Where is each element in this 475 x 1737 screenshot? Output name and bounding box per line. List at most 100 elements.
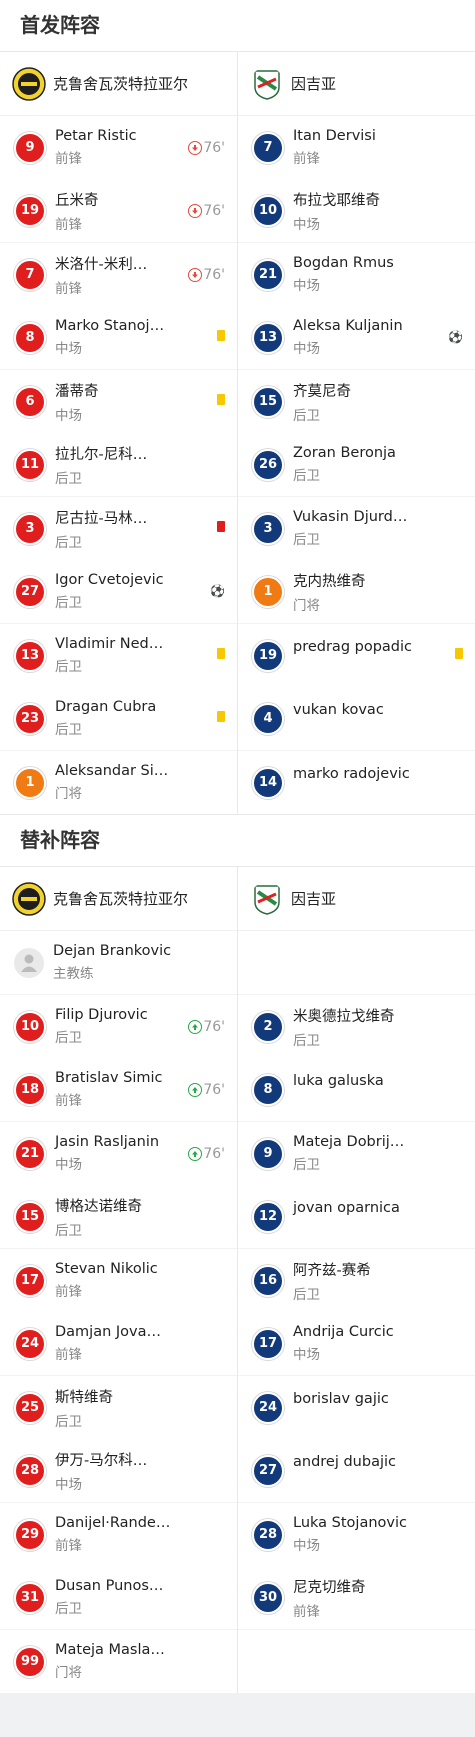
jersey-number: 24	[14, 1327, 46, 1360]
jersey-number: 1	[14, 766, 46, 799]
jersey-number: 28	[14, 1454, 46, 1487]
player-info: Itan Dervisi 前锋	[293, 128, 376, 167]
jersey-number: 17	[14, 1264, 46, 1297]
player-row[interactable]: 1 克内热维奇 门将	[238, 560, 475, 624]
player-row[interactable]: 24 Damjan Jova… 前锋	[0, 1312, 237, 1376]
home-subs-team-header[interactable]: 克鲁舍瓦茨特拉亚尔	[0, 867, 237, 931]
yellow-card-icon	[455, 648, 463, 659]
lineup-page: 首发阵容 克鲁舍瓦茨特拉亚尔 9 Petar Ristic 前锋 76' 19 丘米奇 前锋…	[0, 0, 475, 1693]
player-row[interactable]: 4 vukan kovac	[238, 687, 475, 751]
player-row[interactable]: 23 Dragan Cubra 后卫	[0, 687, 237, 751]
player-info: 齐莫尼奇 后卫	[293, 380, 351, 424]
player-info: Danijel·Rande… 前锋	[55, 1515, 170, 1554]
player-row[interactable]: 2 米奥德拉戈维奇 后卫	[238, 995, 475, 1058]
player-row[interactable]: 18 Bratislav Simic 前锋 76'	[0, 1058, 237, 1122]
player-info: predrag popadic	[293, 639, 412, 655]
player-row[interactable]: 16 阿齐兹-赛希 后卫	[238, 1249, 475, 1312]
player-row[interactable]: 99 Mateja Masla… 门将	[0, 1630, 237, 1693]
player-row[interactable]: 31 Dusan Punos… 后卫	[0, 1566, 237, 1630]
player-row[interactable]: 6 潘蒂奇 中场	[0, 370, 237, 433]
player-row[interactable]: 3 尼古拉-马林… 后卫	[0, 497, 237, 560]
home-team-logo-icon	[12, 881, 46, 916]
jersey-number: 1	[252, 575, 284, 608]
player-name: Petar Ristic	[55, 128, 137, 144]
substitution-in-icon	[188, 1083, 203, 1097]
player-row[interactable]: 13 Vladimir Ned… 后卫	[0, 624, 237, 687]
player-row[interactable]: 27 andrej dubajic	[238, 1439, 475, 1503]
jersey-number: 21	[252, 258, 284, 291]
jersey-number: 8	[252, 1073, 284, 1106]
player-row[interactable]: 27 Igor Cvetojevic 后卫 ⚽	[0, 560, 237, 624]
player-name: marko radojevic	[293, 765, 410, 782]
player-row[interactable]: 3 Vukasin Djurd… 后卫	[238, 497, 475, 560]
jersey-number: 27	[14, 575, 46, 608]
jersey-number: 23	[14, 702, 46, 735]
player-row[interactable]: 21 Bogdan Rmus 中场	[238, 243, 475, 306]
player-info: marko radojevic	[293, 766, 410, 782]
player-row[interactable]: 19 predrag popadic	[238, 624, 475, 687]
player-row[interactable]: 10 Filip Djurovic 后卫 76'	[0, 995, 237, 1058]
goal-icon: ⚽	[448, 330, 463, 344]
player-row[interactable]: 9 Mateja Dobrij… 后卫	[238, 1122, 475, 1185]
goal-icon: ⚽	[210, 584, 225, 598]
player-info: Bratislav Simic 前锋	[55, 1070, 163, 1109]
player-row[interactable]: 19 丘米奇 前锋 76'	[0, 179, 237, 243]
player-row[interactable]: 10 布拉戈耶维奇 中场	[238, 179, 475, 243]
player-row[interactable]: 8 luka galuska	[238, 1058, 475, 1122]
jersey-number: 13	[252, 321, 284, 354]
player-row[interactable]: 15 齐莫尼奇 后卫	[238, 370, 475, 433]
jersey-number: 30	[252, 1581, 284, 1614]
subs-grid: 克鲁舍瓦茨特拉亚尔 Dejan Brankovic 主教练 10 Filip Dj…	[0, 867, 475, 1693]
player-position: 中场	[55, 341, 82, 357]
player-name: Damjan Jova…	[55, 1324, 162, 1340]
player-row[interactable]: 9 Petar Ristic 前锋 76'	[0, 116, 237, 179]
player-row[interactable]: 30 尼克切维奇 前锋	[238, 1566, 475, 1630]
player-row[interactable]: 1 Aleksandar Si… 门将	[0, 751, 237, 814]
player-row[interactable]: 25 斯特维奇 后卫	[0, 1376, 237, 1439]
away-team-logo-icon	[254, 884, 280, 915]
player-name: 伊万-马尔科…	[55, 1452, 148, 1469]
player-position: 后卫	[293, 407, 320, 424]
player-row[interactable]: 7 Itan Dervisi 前锋	[238, 116, 475, 179]
jersey-number: 31	[14, 1581, 46, 1614]
player-info: 阿齐兹-赛希 后卫	[293, 1259, 371, 1303]
player-row[interactable]: 7 米洛什-米利… 前锋 76'	[0, 243, 237, 306]
player-name: predrag popadic	[293, 638, 413, 655]
player-info: Andrija Curcic 中场	[293, 1324, 394, 1363]
away-subs-team-header[interactable]: 因吉亚	[238, 867, 475, 931]
player-position: 中场	[55, 1157, 82, 1173]
player-row[interactable]: 29 Danijel·Rande… 前锋	[0, 1503, 237, 1566]
player-info: Vladimir Ned… 后卫	[55, 636, 163, 675]
player-row[interactable]: 14 marko radojevic	[238, 751, 475, 814]
player-position: 后卫	[293, 1032, 320, 1049]
jersey-number: 4	[252, 702, 284, 735]
player-info: Filip Djurovic 后卫	[55, 1007, 148, 1046]
player-row[interactable]: 17 Stevan Nikolic 前锋	[0, 1249, 237, 1312]
yellow-card-icon	[217, 648, 225, 659]
player-name: jovan oparnica	[293, 1199, 400, 1216]
player-name: borislav gajic	[293, 1390, 389, 1407]
player-row[interactable]: 21 Jasin Rasljanin 中场 76'	[0, 1122, 237, 1185]
player-row[interactable]: 17 Andrija Curcic 中场	[238, 1312, 475, 1376]
home-team-header[interactable]: 克鲁舍瓦茨特拉亚尔	[0, 52, 237, 116]
player-position: 前锋	[55, 1284, 82, 1300]
player-row[interactable]: 26 Zoran Beronja 后卫	[238, 433, 475, 497]
player-row[interactable]: 24 borislav gajic	[238, 1376, 475, 1439]
coach-row[interactable]: Dejan Brankovic 主教练	[0, 931, 237, 995]
player-info: Dragan Cubra 后卫	[55, 699, 156, 738]
player-row[interactable]: 28 Luka Stojanovic 中场	[238, 1503, 475, 1566]
jersey-number: 10	[14, 1010, 46, 1043]
player-row[interactable]: 12 jovan oparnica	[238, 1185, 475, 1249]
player-row[interactable]: 8 Marko Stanoj… 中场	[0, 306, 237, 370]
player-row[interactable]: 11 拉扎尔-尼科… 后卫	[0, 433, 237, 497]
away-team-header[interactable]: 因吉亚	[238, 52, 475, 116]
jersey-number: 3	[252, 512, 284, 545]
player-row[interactable]: 28 伊万-马尔科… 中场	[0, 1439, 237, 1503]
player-info: 克内热维奇 门将	[293, 570, 366, 614]
player-row[interactable]: 13 Aleksa Kuljanin 中场 ⚽	[238, 306, 475, 370]
jersey-number: 28	[252, 1518, 284, 1551]
player-row[interactable]: 15 博格达诺维奇 后卫	[0, 1185, 237, 1249]
home-subs-list: 10 Filip Djurovic 后卫 76' 18 Bratislav Simic 前锋…	[0, 995, 237, 1693]
player-position: 后卫	[55, 1601, 82, 1617]
player-position: 后卫	[55, 722, 82, 738]
